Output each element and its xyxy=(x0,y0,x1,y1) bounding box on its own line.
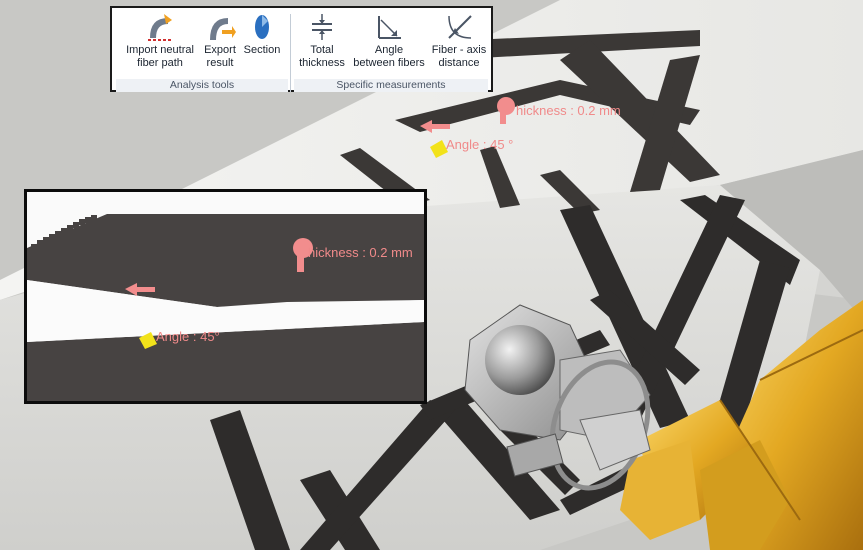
total-thickness-button[interactable]: Total thickness xyxy=(294,12,350,70)
fiber-axis-distance-button[interactable]: Fiber - axis distance xyxy=(428,12,490,70)
zoom-inset: hickness : 0.2 mm Angle : 45° xyxy=(24,189,427,404)
import-neutral-fiber-path-button[interactable]: Import neutral fiber path xyxy=(120,12,200,70)
fiber-axis-distance-icon xyxy=(443,12,475,42)
export-result-button[interactable]: Export result xyxy=(200,12,240,70)
section-button[interactable]: Section xyxy=(240,12,284,57)
inset-thickness-label: hickness : 0.2 mm xyxy=(308,245,413,260)
ribbon-toolbar: Import neutral fiber path Export result … xyxy=(110,6,493,92)
inset-view xyxy=(27,192,424,401)
angle-between-fibers-button[interactable]: Angle between fibers xyxy=(350,12,428,70)
section-icon xyxy=(246,12,278,42)
total-thickness-icon xyxy=(306,12,338,42)
export-result-icon xyxy=(204,12,236,42)
angle-between-fibers-icon xyxy=(373,12,405,42)
ribbon-separator xyxy=(290,14,291,92)
group-specific-measurements: Specific measurements xyxy=(294,79,488,92)
import-fiber-path-icon xyxy=(144,12,176,42)
inset-angle-label: Angle : 45° xyxy=(156,329,220,344)
angle-label: Angle : 45 ° xyxy=(446,137,514,152)
thickness-label: hickness : 0.2 mm xyxy=(516,103,621,118)
group-analysis-tools: Analysis tools xyxy=(116,79,288,92)
